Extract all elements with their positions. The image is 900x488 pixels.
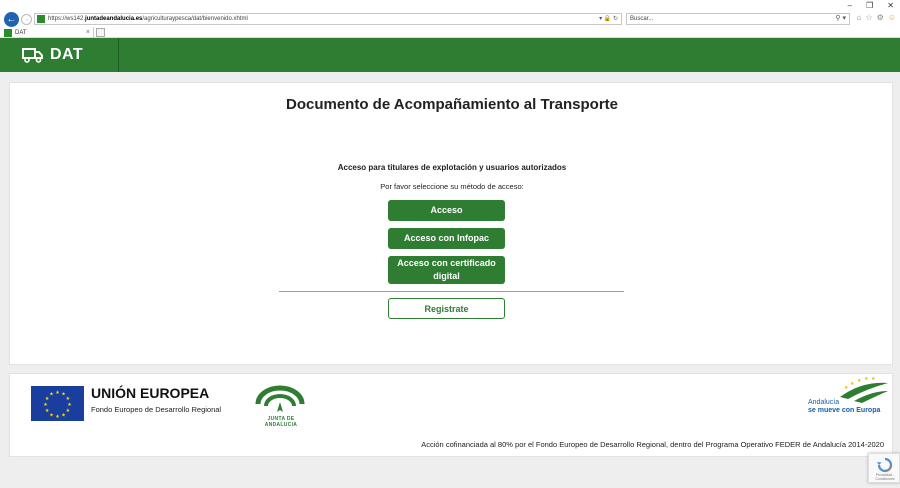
gear-icon[interactable]: ⚙ xyxy=(877,13,884,22)
address-bar[interactable]: https://ws142.juntadeandalucia.es/agricu… xyxy=(34,13,622,25)
browser-navbar: ← → https://ws142.juntadeandalucia.es/ag… xyxy=(0,11,900,27)
browser-toolbar: ⌂ ☆ ⚙ ☺ xyxy=(857,13,896,22)
search-icon[interactable]: ⚲ ▾ xyxy=(835,14,846,24)
main-card: Documento de Acompañamiento al Transport… xyxy=(9,82,893,365)
smiley-icon[interactable]: ☺ xyxy=(888,13,896,22)
truck-icon xyxy=(22,48,43,63)
junta-andalucia-text: JUNTA DE ANDALUCIA xyxy=(264,416,298,428)
register-button[interactable]: Registrate xyxy=(388,298,505,319)
svg-text:★: ★ xyxy=(55,414,60,420)
dropdown-icon[interactable]: ▾ xyxy=(599,16,602,22)
brand[interactable]: DAT xyxy=(0,38,119,72)
tab-title: DAT xyxy=(15,29,27,36)
certificate-access-button[interactable]: Acceso con certificado digital xyxy=(388,256,505,284)
eu-title: UNIÓN EUROPEA xyxy=(91,385,210,401)
back-icon[interactable]: ← xyxy=(4,12,19,27)
svg-text:★: ★ xyxy=(55,390,60,396)
access-button[interactable]: Acceso xyxy=(388,200,505,221)
app-name: DAT xyxy=(50,46,84,63)
star-icon[interactable]: ☆ xyxy=(865,13,872,22)
andalucia-text-line2: se mueve con Europa xyxy=(808,407,881,414)
refresh-icon[interactable]: ↻ xyxy=(613,16,618,22)
svg-text:★: ★ xyxy=(49,412,54,418)
restore-icon[interactable]: ❐ xyxy=(866,0,873,11)
tab-favicon xyxy=(4,28,12,37)
recaptcha-badge[interactable]: Privacidad - Condiciones xyxy=(868,453,900,483)
app-header: DAT xyxy=(0,38,900,72)
andalucia-text-line1: Andalucía xyxy=(808,399,840,406)
forward-icon[interactable]: → xyxy=(21,14,32,25)
new-tab-button[interactable] xyxy=(96,28,105,37)
minimize-icon[interactable]: – xyxy=(848,0,852,11)
infopac-access-button[interactable]: Acceso con Infopac xyxy=(388,228,505,249)
browser-tabbar: DAT × xyxy=(0,27,900,38)
window-titlebar: – ❐ ✕ xyxy=(0,0,900,11)
recaptcha-label: Privacidad - Condiciones xyxy=(875,473,895,481)
access-instructions: Por favor seleccione su método de acceso… xyxy=(380,182,524,191)
browser-tab[interactable]: DAT × xyxy=(0,27,94,38)
address-icons: ▾ 🔒 ↻ xyxy=(599,15,618,22)
cofinancing-notice: Acción cofinanciada al 80% por el Fondo … xyxy=(421,440,884,449)
home-icon[interactable]: ⌂ xyxy=(857,13,862,22)
svg-text:★: ★ xyxy=(844,385,849,391)
svg-text:★: ★ xyxy=(857,378,862,384)
close-window-icon[interactable]: ✕ xyxy=(887,0,894,11)
svg-text:★: ★ xyxy=(850,381,855,387)
site-favicon xyxy=(37,15,45,23)
svg-text:★: ★ xyxy=(61,412,66,418)
eu-subtitle: Fondo Europeo de Desarrollo Regional xyxy=(91,405,222,414)
svg-text:★: ★ xyxy=(66,408,71,414)
divider xyxy=(279,291,624,292)
svg-text:★: ★ xyxy=(871,377,876,382)
footer: ★ ★ ★ ★ ★ ★ ★ ★ ★ ★ ★ ★ UNIÓN EUROPEA Fo… xyxy=(9,373,893,457)
eu-flag-icon: ★ ★ ★ ★ ★ ★ ★ ★ ★ ★ ★ ★ xyxy=(31,386,84,421)
svg-text:★: ★ xyxy=(49,392,54,398)
address-url: https://ws142.juntadeandalucia.es/agricu… xyxy=(48,16,248,22)
access-heading: Acceso para titulares de explotación y u… xyxy=(337,163,567,172)
svg-text:★: ★ xyxy=(864,377,869,382)
browser-search-input[interactable]: Buscar... ⚲ ▾ xyxy=(626,13,850,25)
close-tab-icon[interactable]: × xyxy=(86,27,90,38)
svg-text:★: ★ xyxy=(43,402,48,408)
page-title: Documento de Acompañamiento al Transport… xyxy=(286,96,618,113)
svg-text:★: ★ xyxy=(45,408,50,414)
lock-icon[interactable]: 🔒 xyxy=(604,16,611,22)
window-controls: – ❐ ✕ xyxy=(848,0,894,11)
